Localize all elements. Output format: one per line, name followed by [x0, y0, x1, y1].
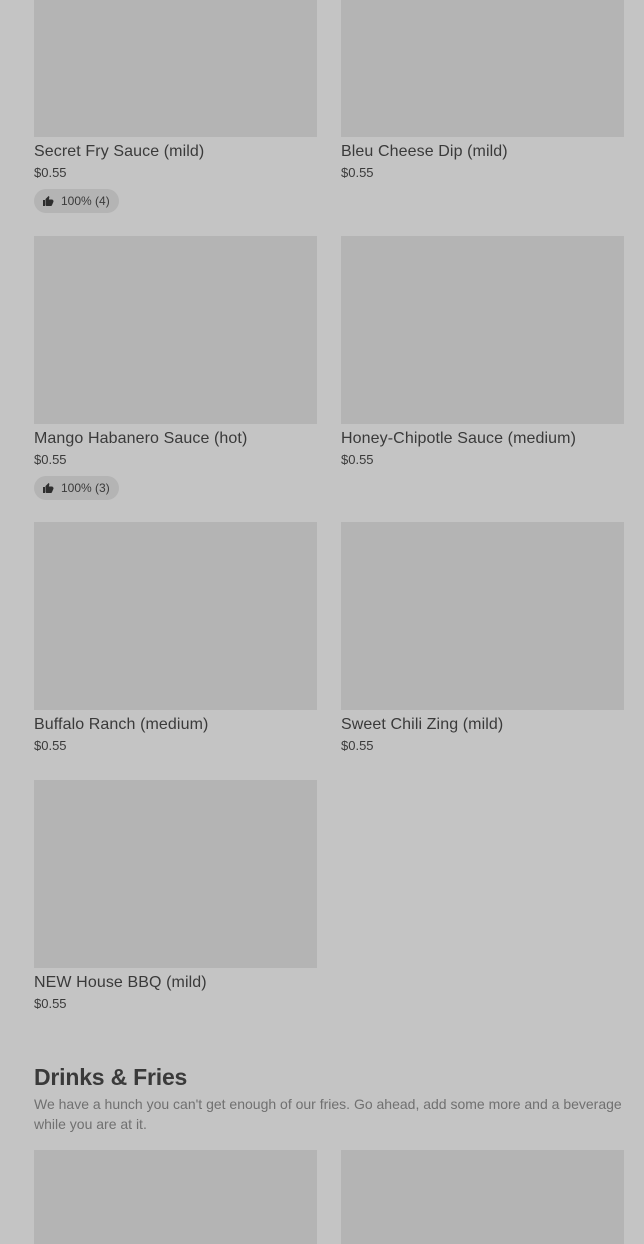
rating-text: 100% (4): [61, 194, 110, 208]
menu-item-card[interactable]: NEW House BBQ (mild) $0.55: [34, 780, 317, 1013]
item-image[interactable]: [34, 522, 317, 710]
section-description: We have a hunch you can't get enough of …: [34, 1096, 622, 1132]
item-image[interactable]: [34, 780, 317, 968]
rating-badge: 100% (4): [34, 189, 119, 213]
menu-item-card[interactable]: Honey-Chipotle Sauce (medium) $0.55: [341, 236, 624, 469]
item-price: $0.55: [341, 738, 374, 753]
item-image[interactable]: [34, 1150, 317, 1244]
thumbs-up-icon: [43, 483, 54, 493]
item-image[interactable]: [341, 236, 624, 424]
menu-item-card[interactable]: Sweet Chili Zing (mild) $0.55: [341, 522, 624, 755]
menu-item-card[interactable]: Bleu Cheese Dip (mild) $0.55: [341, 0, 624, 182]
menu-item-card[interactable]: Secret Fry Sauce (mild) $0.55 100% (4): [34, 0, 317, 213]
item-name: Honey-Chipotle Sauce (medium): [341, 430, 577, 447]
rating-badge: 100% (3): [34, 476, 119, 500]
item-name: NEW House BBQ (mild): [34, 974, 207, 991]
item-image[interactable]: [341, 0, 624, 137]
item-price: $0.55: [34, 452, 67, 467]
item-price: $0.55: [34, 996, 67, 1011]
item-name: Secret Fry Sauce (mild): [34, 143, 205, 160]
section-title: Drinks & Fries: [34, 1064, 188, 1090]
item-image[interactable]: [34, 0, 317, 137]
menu-item-card[interactable]: Buffalo Ranch (medium) $0.55: [34, 522, 317, 755]
item-price: $0.55: [34, 738, 67, 753]
item-price: $0.55: [341, 452, 374, 467]
item-image[interactable]: [341, 1150, 624, 1244]
item-image[interactable]: [341, 522, 624, 710]
thumbs-up-icon: [43, 196, 54, 206]
item-price: $0.55: [34, 165, 67, 180]
item-name: Sweet Chili Zing (mild): [341, 716, 504, 733]
rating-text: 100% (3): [61, 481, 110, 495]
item-price: $0.55: [341, 165, 374, 180]
item-name: Mango Habanero Sauce (hot): [34, 430, 248, 447]
menu-page: Secret Fry Sauce (mild) $0.55 100% (4) B…: [0, 0, 644, 1244]
item-name: Buffalo Ranch (medium): [34, 716, 209, 733]
item-image[interactable]: [34, 236, 317, 424]
item-name: Bleu Cheese Dip (mild): [341, 143, 508, 160]
menu-item-card[interactable]: Mango Habanero Sauce (hot) $0.55 100% (3…: [34, 236, 317, 500]
